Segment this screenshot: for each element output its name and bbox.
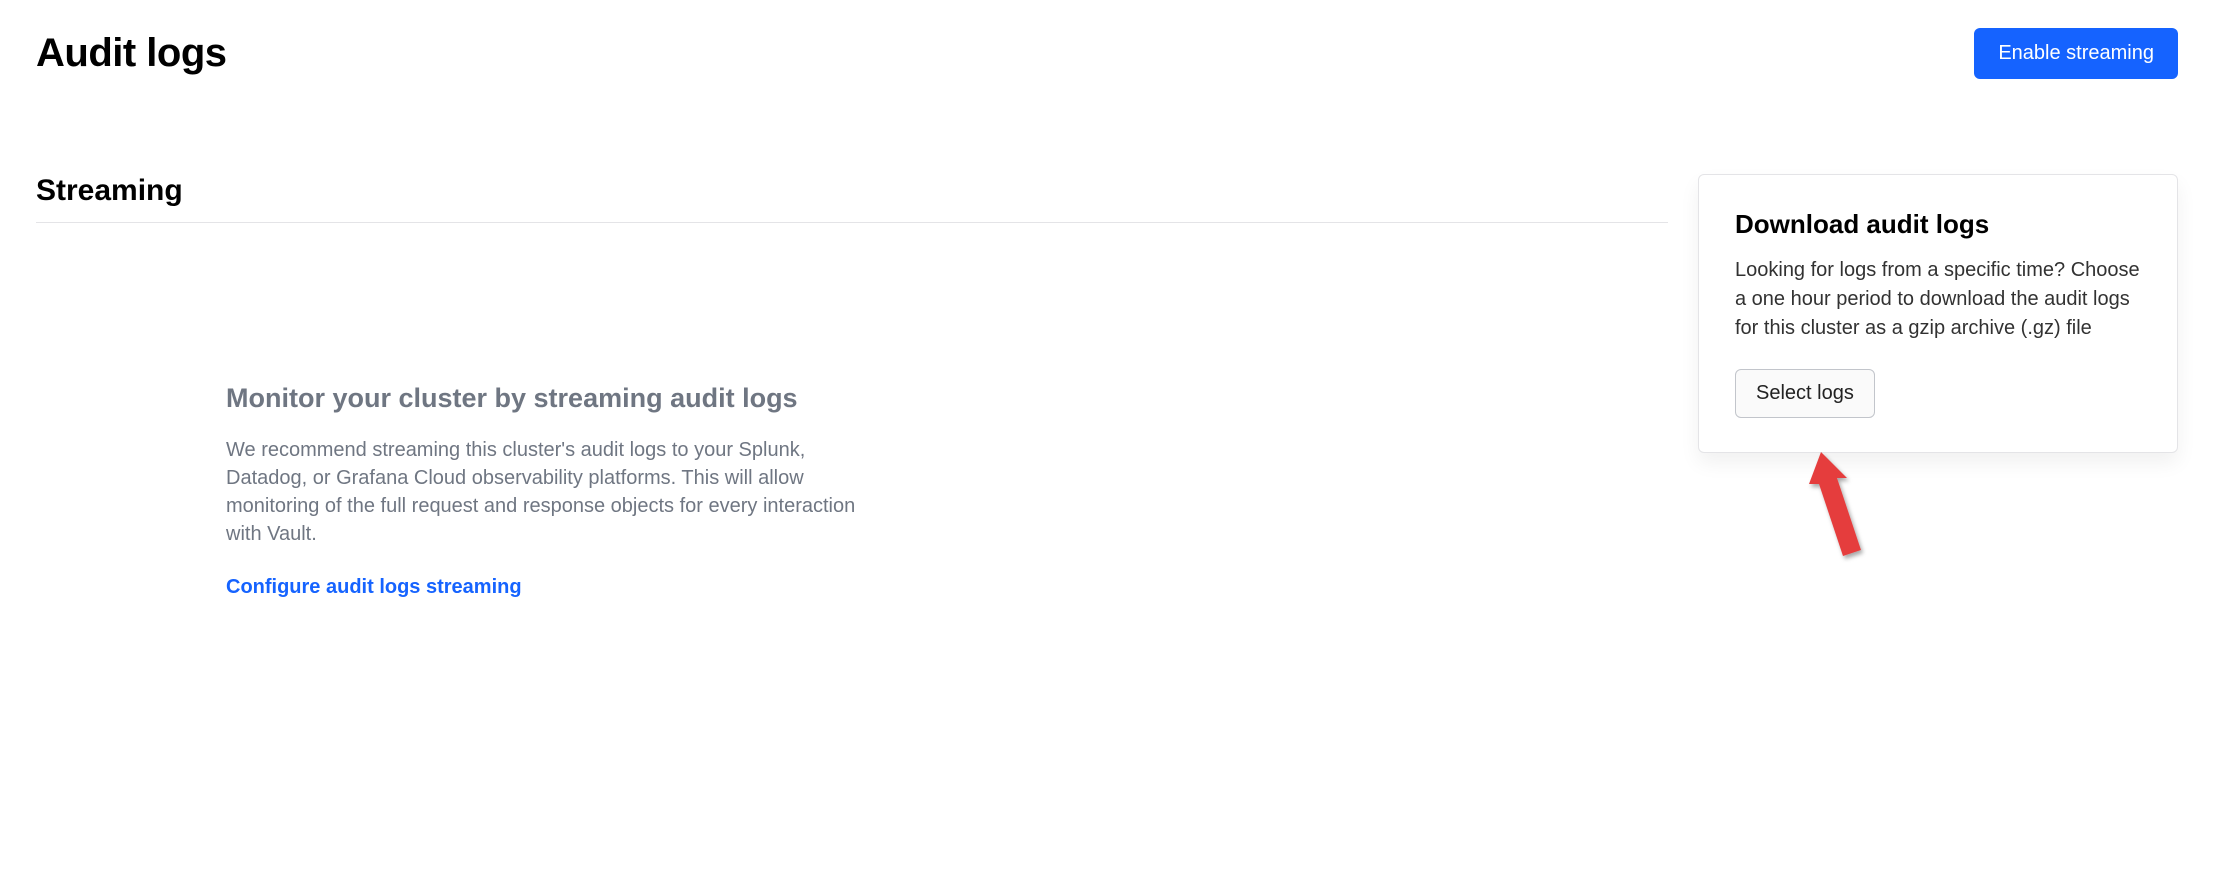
empty-state-title: Monitor your cluster by streaming audit …	[226, 383, 866, 414]
enable-streaming-button[interactable]: Enable streaming	[1974, 28, 2178, 79]
page-header: Audit logs Enable streaming	[36, 28, 2178, 79]
streaming-empty-state: Monitor your cluster by streaming audit …	[226, 383, 866, 599]
configure-streaming-link[interactable]: Configure audit logs streaming	[226, 576, 522, 598]
empty-state-body: We recommend streaming this cluster's au…	[226, 436, 866, 548]
content-row: Streaming Monitor your cluster by stream…	[36, 174, 2178, 599]
streaming-section: Streaming Monitor your cluster by stream…	[36, 174, 1668, 599]
download-audit-logs-card: Download audit logs Looking for logs fro…	[1698, 174, 2178, 453]
streaming-section-title: Streaming	[36, 174, 1668, 223]
page-title: Audit logs	[36, 31, 227, 76]
download-card-body: Looking for logs from a specific time? C…	[1735, 256, 2141, 343]
select-logs-button[interactable]: Select logs	[1735, 369, 1875, 418]
arrow-annotation-icon	[1795, 452, 1875, 572]
download-card-title: Download audit logs	[1735, 209, 2141, 240]
